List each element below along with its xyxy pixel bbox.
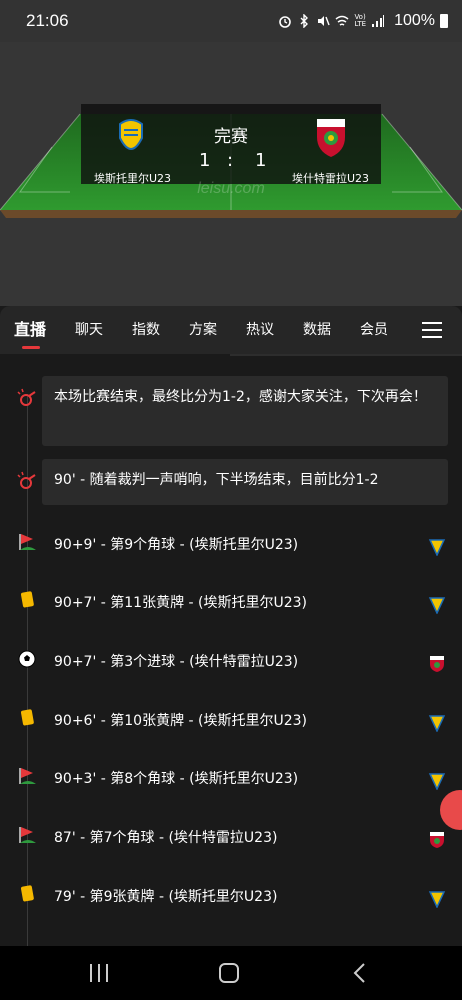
home-team-logo — [428, 773, 446, 790]
tab-chat[interactable]: 聊天 — [75, 306, 103, 354]
home-team-logo — [428, 597, 446, 614]
match-status: 完赛 — [214, 127, 248, 147]
tab-bar: 直播 聊天 指数 方案 热议 数据 会员 — [0, 306, 462, 354]
event-text: 90+7' - 第3个进球 - (埃什特雷拉U23) — [54, 654, 299, 670]
yellow-card-icon — [21, 885, 34, 902]
tab-odds[interactable]: 指数 — [132, 306, 160, 354]
signal-icon — [372, 15, 385, 27]
whistle-icon — [17, 388, 36, 406]
corner-flag-icon — [19, 768, 36, 784]
event-text: 本场比赛结束，最终比分为1-2，感谢大家关注，下次再会！ — [42, 376, 448, 446]
status-icons: Vo) LTE 100% — [278, 12, 448, 30]
menu-icon[interactable] — [422, 322, 442, 338]
tab-discussion[interactable]: 热议 — [246, 306, 274, 354]
home-team-logo — [428, 891, 446, 908]
home-team-logo — [428, 715, 446, 732]
status-time: 21:06 — [26, 11, 69, 30]
away-team-logo — [430, 656, 444, 672]
tab-membership[interactable]: 会员 — [360, 306, 388, 354]
match-header[interactable]: 埃斯托里尔U23 埃什特雷拉U23 完赛 1 : 1 leisu.com — [0, 42, 462, 306]
recents-icon[interactable] — [90, 964, 108, 982]
event-text: 90+7' - 第11张黄牌 - (埃斯托里尔U23) — [54, 595, 308, 611]
away-team-logo — [430, 832, 444, 848]
event-text: 90' - 随着裁判一声哨响，下半场结束，目前比分1-2 — [42, 459, 448, 505]
corner-flag-icon — [19, 827, 36, 843]
score-separator: : — [227, 150, 234, 171]
yellow-card-icon — [21, 591, 34, 608]
home-icon[interactable] — [219, 963, 239, 983]
event-text: 90+3' - 第8个角球 - (埃斯托里尔U23) — [54, 771, 299, 787]
away-score: 1 — [255, 150, 267, 171]
yellow-card-icon — [21, 709, 34, 726]
mute-icon — [318, 16, 331, 26]
live-feed[interactable]: 本场比赛结束，最终比分为1-2，感谢大家关注，下次再会！ 90' - 随着裁判一… — [0, 354, 462, 946]
goal-ball-icon — [18, 650, 36, 668]
status-bar: 21:06 Vo) LTE 100% — [0, 0, 462, 42]
event-text: 87' - 第7个角球 - (埃什特雷拉U23) — [54, 830, 278, 846]
football-pitch — [0, 104, 462, 218]
system-nav-bar — [0, 946, 462, 1000]
battery-percent: 100% — [394, 12, 435, 29]
tab-plans[interactable]: 方案 — [189, 306, 217, 354]
volte-label: Vo) LTE — [354, 13, 367, 28]
event-text: 90+9' - 第9个角球 - (埃斯托里尔U23) — [54, 537, 299, 553]
wifi-icon — [335, 15, 349, 26]
event-text: 90+6' - 第10张黄牌 - (埃斯托里尔U23) — [54, 713, 308, 729]
back-icon[interactable] — [352, 962, 366, 984]
bluetooth-icon — [300, 14, 309, 28]
event-text: 79' - 第9张黄牌 - (埃斯托里尔U23) — [54, 889, 278, 905]
tab-live[interactable]: 直播 — [14, 306, 46, 354]
whistle-icon — [17, 471, 36, 489]
home-team-logo — [428, 539, 446, 556]
tab-stats[interactable]: 数据 — [303, 306, 331, 354]
alarm-icon — [279, 16, 292, 28]
battery-icon — [440, 14, 448, 28]
divider — [230, 354, 462, 356]
watermark: leisu.com — [197, 180, 265, 197]
corner-flag-icon — [19, 534, 36, 550]
home-score: 1 — [199, 150, 211, 171]
